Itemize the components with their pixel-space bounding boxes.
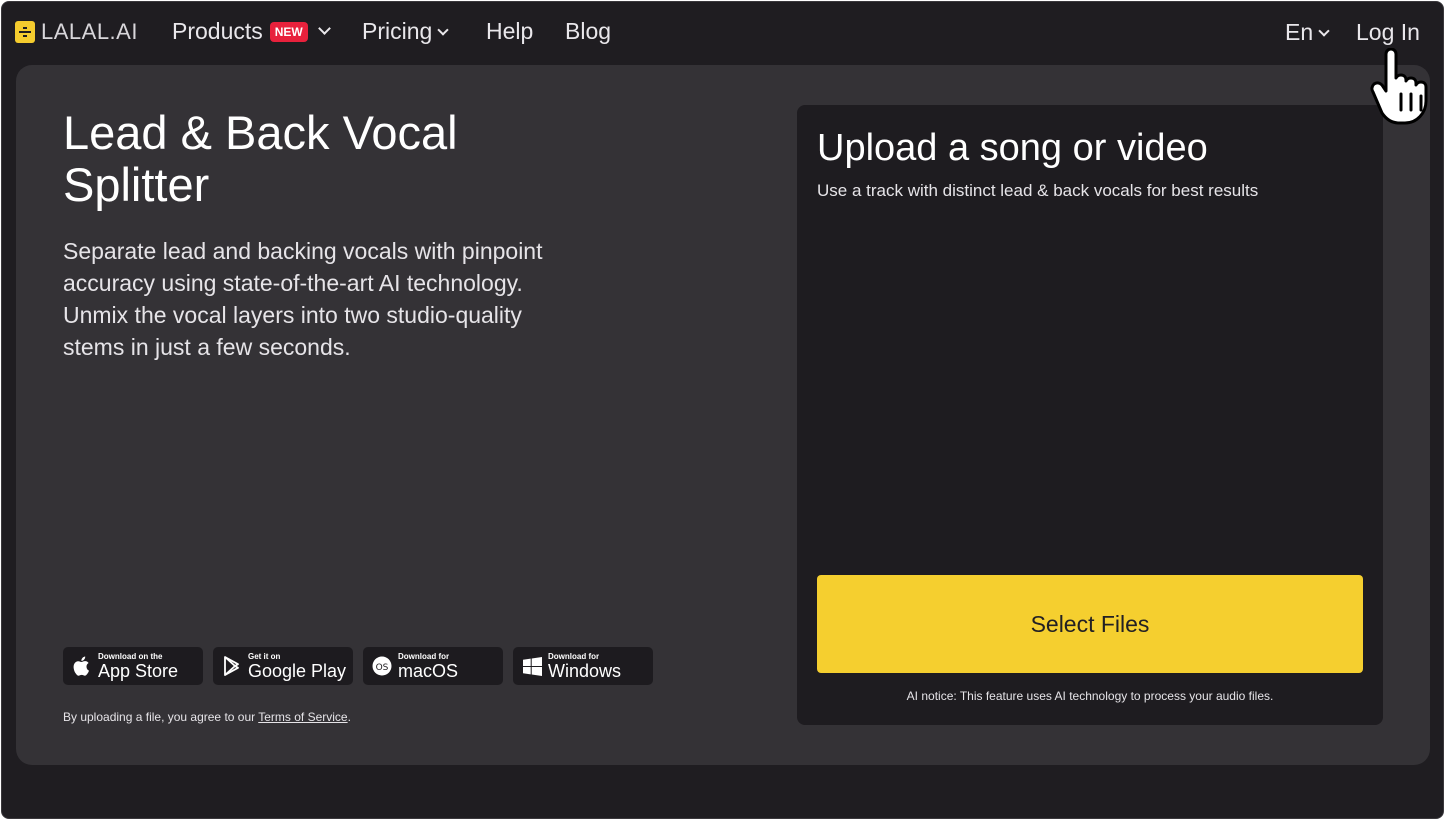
new-badge: NEW <box>269 21 308 42</box>
hero-description: Separate lead and backing vocals with pi… <box>63 238 543 360</box>
nav-help-label: Help <box>486 18 534 44</box>
macos-download-button[interactable]: OS Download for macOS <box>363 647 503 685</box>
nav-blog-label: Blog <box>565 18 612 44</box>
app-store-button[interactable]: Download on the App Store <box>63 647 203 685</box>
store-small-label: Download for <box>548 651 600 661</box>
macos-icon: OS <box>372 655 392 677</box>
svg-text:OS: OS <box>376 663 389 673</box>
store-text: Download on the App Store <box>98 651 179 681</box>
store-big-label: Windows <box>548 660 622 681</box>
page-title: Lead & Back Vocal Splitter <box>63 106 458 211</box>
upload-subtitle: Use a track with distinct lead & back vo… <box>817 181 1259 200</box>
apple-icon <box>72 655 92 677</box>
terms-notice: By uploading a file, you agree to our Te… <box>63 710 351 724</box>
browser-window: LALAL.AI Products NEW Pricing Help Blog … <box>1 1 1444 819</box>
language-label: En <box>1285 19 1314 45</box>
hand-cursor-icon <box>1370 48 1428 125</box>
upload-title: Upload a song or video <box>817 127 1208 169</box>
select-files-button[interactable]: Select Files <box>817 575 1363 673</box>
top-navbar: LALAL.AI Products NEW Pricing Help Blog … <box>2 2 1443 64</box>
nav-products[interactable]: Products NEW <box>172 18 331 45</box>
app-store-buttons: Download on the App Store Get it on Goog… <box>63 647 653 685</box>
store-small-label: Download for <box>398 651 450 661</box>
chevron-down-icon <box>1318 24 1330 37</box>
terms-suffix: . <box>347 710 351 724</box>
language-selector[interactable]: En <box>1285 19 1330 46</box>
store-text: Download for Windows <box>548 651 622 681</box>
login-label: Log In <box>1356 19 1420 45</box>
store-big-label: macOS <box>398 660 459 681</box>
google-play-icon <box>222 655 242 677</box>
chevron-down-icon <box>437 23 449 36</box>
nav-blog[interactable]: Blog <box>565 18 611 45</box>
chevron-down-icon <box>317 22 331 35</box>
nav-pricing-label: Pricing <box>362 18 433 44</box>
windows-icon <box>522 655 542 677</box>
store-small-label: Get it on <box>248 651 281 661</box>
store-big-label: Google Play <box>248 660 347 681</box>
upload-panel: Upload a song or video Use a track with … <box>797 105 1383 725</box>
store-text: Get it on Google Play <box>248 651 347 681</box>
terms-of-service-link[interactable]: Terms of Service <box>258 710 347 724</box>
nav-help[interactable]: Help <box>486 18 533 45</box>
terms-prefix: By uploading a file, you agree to our <box>63 710 259 724</box>
logo[interactable]: LALAL.AI <box>15 19 138 45</box>
nav-products-label: Products <box>172 18 263 44</box>
store-big-label: App Store <box>98 660 179 681</box>
logo-text: LALAL.AI <box>41 19 138 44</box>
nav-pricing[interactable]: Pricing <box>362 18 449 45</box>
ai-notice: AI notice: This feature uses AI technolo… <box>906 689 1274 703</box>
login-link[interactable]: Log In <box>1356 19 1420 46</box>
main-card: Lead & Back Vocal Splitter Separate lead… <box>16 65 1430 765</box>
store-text: Download for macOS <box>398 651 459 681</box>
google-play-button[interactable]: Get it on Google Play <box>213 647 353 685</box>
store-small-label: Download on the <box>98 651 163 661</box>
logo-icon <box>15 21 35 43</box>
windows-download-button[interactable]: Download for Windows <box>513 647 653 685</box>
